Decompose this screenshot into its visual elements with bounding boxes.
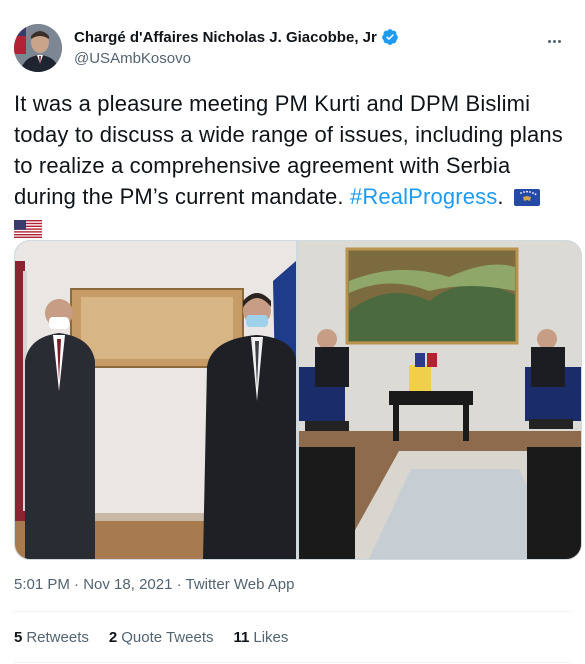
us-flag-icon bbox=[14, 220, 42, 238]
handle[interactable]: @USAmbKosovo bbox=[74, 50, 191, 67]
hashtag-link[interactable]: #RealProgress bbox=[350, 184, 497, 209]
more-options-icon[interactable] bbox=[547, 30, 567, 50]
tweet-header: Chargé d'Affaires Nicholas J. Giacobbe, … bbox=[14, 14, 571, 72]
avatar[interactable] bbox=[14, 24, 62, 72]
likes-count: 11 bbox=[233, 629, 250, 646]
divider bbox=[14, 611, 571, 612]
tweet-text-end: . bbox=[497, 184, 504, 209]
tweet-text: It was a pleasure meeting PM Kurti and D… bbox=[14, 88, 574, 243]
photo-left[interactable] bbox=[15, 241, 297, 559]
media-grid bbox=[14, 240, 582, 560]
retweets-stat[interactable]: 5 Retweets bbox=[14, 629, 89, 646]
likes-stat[interactable]: 11 Likes bbox=[234, 629, 289, 646]
quote-tweets-label: Quote Tweets bbox=[121, 629, 214, 646]
tweet-stats: 5 Retweets 2 Quote Tweets 11 Likes bbox=[14, 629, 308, 646]
meta-separator: · bbox=[172, 576, 186, 593]
kosovo-flag-icon bbox=[513, 189, 540, 206]
tweet-time[interactable]: 5:01 PM bbox=[14, 576, 70, 593]
quote-tweets-count: 2 bbox=[108, 629, 118, 646]
retweets-count: 5 bbox=[14, 629, 23, 646]
likes-label: Likes bbox=[253, 629, 289, 646]
tweet-date[interactable]: Nov 18, 2021 bbox=[83, 576, 172, 593]
verified-badge-icon bbox=[381, 29, 398, 45]
display-name[interactable]: Chargé d'Affaires Nicholas J. Giacobbe, … bbox=[74, 29, 377, 46]
photo-right[interactable] bbox=[299, 241, 581, 559]
retweets-label: Retweets bbox=[26, 629, 89, 646]
divider bbox=[14, 662, 571, 663]
meta-separator: · bbox=[69, 576, 84, 593]
name-row: Chargé d'Affaires Nicholas J. Giacobbe, … bbox=[74, 28, 399, 46]
tweet-meta: 5:01 PM · Nov 18, 2021 · Twitter Web App bbox=[14, 576, 294, 593]
tweet-source[interactable]: Twitter Web App bbox=[186, 576, 295, 593]
quote-tweets-stat[interactable]: 2 Quote Tweets bbox=[109, 629, 214, 646]
